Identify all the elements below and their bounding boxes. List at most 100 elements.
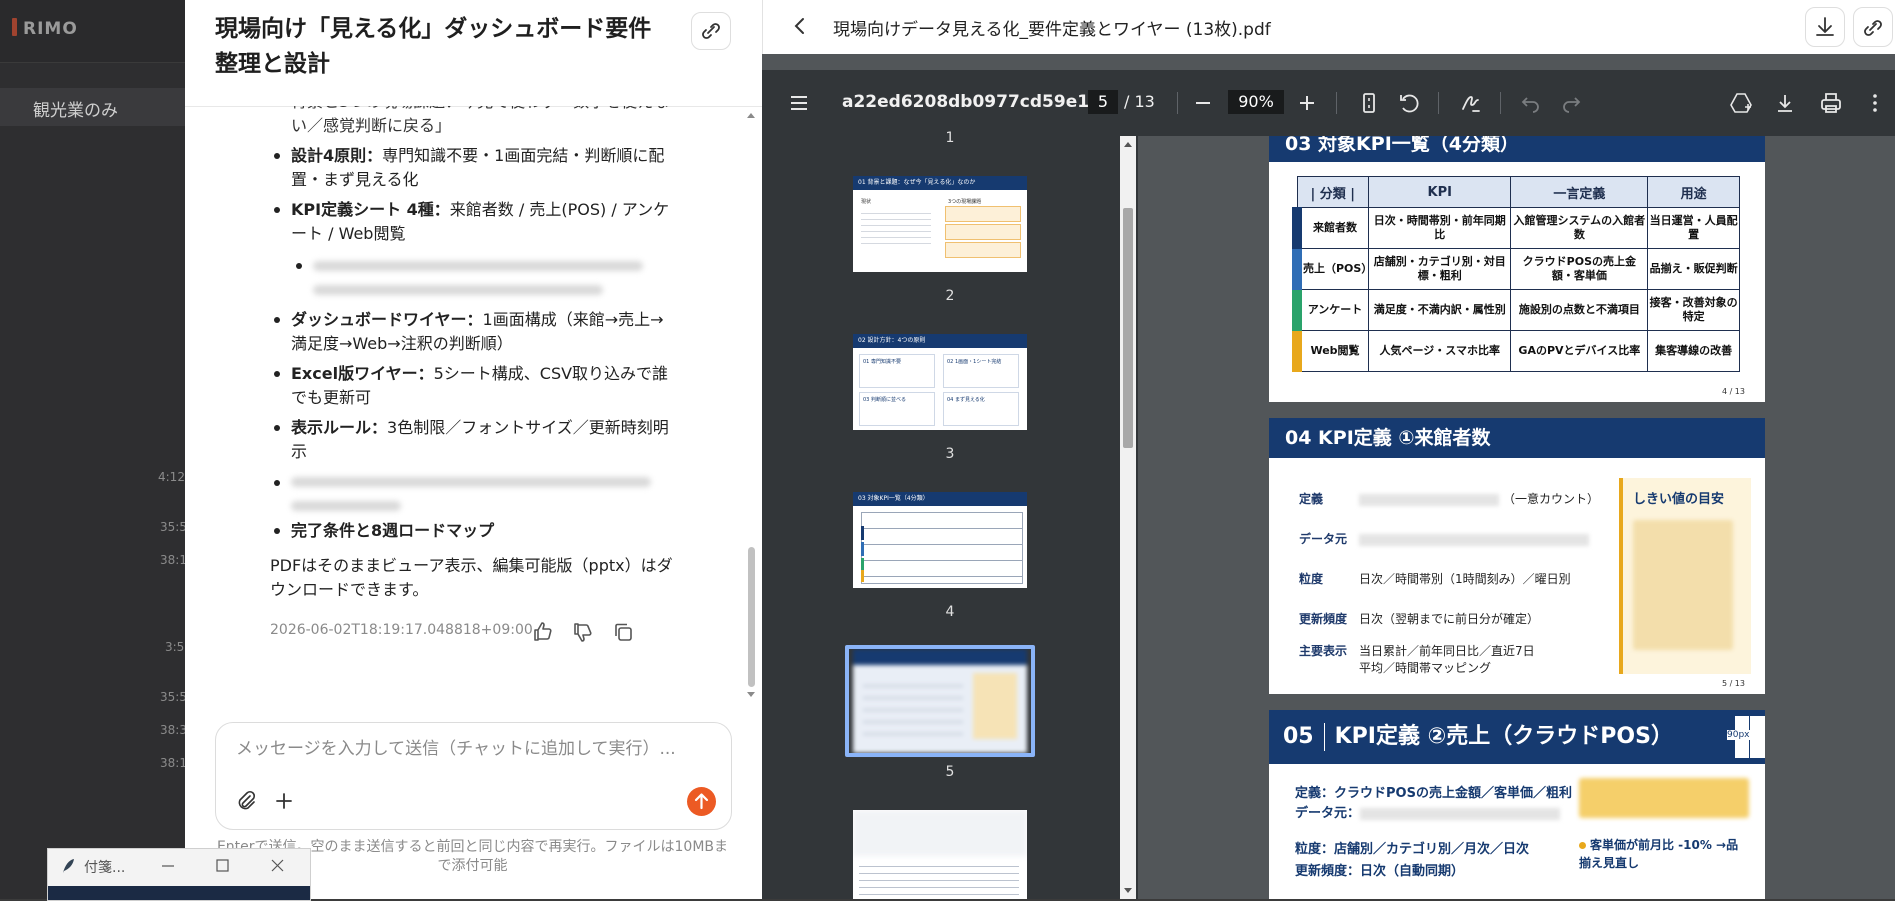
pdf-file-title: 現場向けデータ見える化_要件定義とワイヤー (13枚).pdf xyxy=(833,20,1271,40)
chat-scroll-thumb[interactable] xyxy=(748,547,755,687)
pdf-toolbar: a22ed6208db0977cd59e1... 5 / 13 90% xyxy=(762,70,1895,136)
definition-row: 更新頻度 日次（翌朝までに前日分が確定） xyxy=(1299,612,1540,626)
list-item-blurred xyxy=(296,254,653,309)
pdf-viewer: 現場向けデータ見える化_要件定義とワイヤー (13枚).pdf a22ed620… xyxy=(762,0,1895,899)
definition-row: 更新頻度：日次（自動同期） xyxy=(1295,864,1465,879)
scroll-down-icon[interactable] xyxy=(745,690,757,700)
thumbnail-page-6[interactable] xyxy=(853,810,1027,899)
toolbar-divider xyxy=(1177,92,1178,114)
scroll-down-icon[interactable] xyxy=(1123,887,1133,895)
thumbnail-page-3[interactable]: 02 設計方針：4つの原則 01 専門知識不要 02 1画面・1シート完結 03… xyxy=(853,334,1027,430)
plus-icon[interactable] xyxy=(272,789,296,813)
more-icon[interactable] xyxy=(1862,90,1888,116)
copy-icon[interactable] xyxy=(611,620,635,644)
table-row: 売上（POS） 店舗別・カテゴリ別・対目標・粗利 クラウドPOSの売上金額・客単… xyxy=(1292,248,1740,290)
bg-timestamp: 35:5 xyxy=(160,690,187,704)
back-icon[interactable] xyxy=(789,15,811,37)
app-logo[interactable]: RIMO xyxy=(12,18,78,39)
list-item: 表示ルール：3色制限／フォントサイズ／更新時刻明示 xyxy=(274,416,671,464)
like-icon[interactable] xyxy=(531,620,555,644)
dislike-icon[interactable] xyxy=(571,620,595,644)
list-item: ダッシュボードワイヤー：1画面構成（来館→売上→満足度→Web→注釈の判断順） xyxy=(274,308,671,356)
annotate-icon[interactable] xyxy=(1458,90,1484,116)
kpi-table: | 分類 | KPI 一言定義 用途 来館者数 日次・時間帯別・前年同期比 入館… xyxy=(1292,176,1740,372)
table-header: 用途 xyxy=(1647,176,1740,208)
page-total: / 13 xyxy=(1124,92,1155,111)
message-composer xyxy=(215,722,732,830)
mini-window-content xyxy=(48,886,310,900)
page-tag: 5 / 13 xyxy=(1721,679,1745,688)
pdf-header: 現場向けデータ見える化_要件定義とワイヤー (13枚).pdf xyxy=(762,0,1895,54)
thumbnail-number: 3 xyxy=(945,446,955,462)
chat-panel: 現場向け「見える化」ダッシュボード要件整理と設計 背景と3つの現場課題：今見て使… xyxy=(185,0,762,899)
send-button[interactable] xyxy=(687,787,716,816)
table-header: KPI xyxy=(1368,176,1512,208)
thumbnail-sidebar: 1 01 背景と課題：なぜ今「見える化」なのか 現状 3つの現場課題 2 02 … xyxy=(762,130,1138,899)
definition-row: 定義：クラウドPOSの売上金額／客単価／粗利 xyxy=(1295,786,1572,801)
zoom-input[interactable]: 90% xyxy=(1228,90,1284,114)
page4-title: 03 対象KPI一覧（4分類） xyxy=(1269,136,1765,162)
toolbar-divider xyxy=(1500,92,1501,114)
list-item-blurred xyxy=(274,471,671,525)
threshold-box: しきい値の目安 xyxy=(1619,478,1751,674)
bg-timestamp: 4:12 xyxy=(158,470,185,484)
copy-link-button[interactable] xyxy=(691,12,731,50)
thumbnail-page-2[interactable]: 01 背景と課題：なぜ今「見える化」なのか 現状 3つの現場課題 xyxy=(853,176,1027,272)
thumbnail-number: 2 xyxy=(945,288,955,304)
chat-title: 現場向け「見える化」ダッシュボード要件整理と設計 xyxy=(215,16,652,77)
bg-timestamp: 38:1 xyxy=(160,553,187,567)
link-icon xyxy=(1864,20,1882,36)
table-row: Web閲覧 人気ページ・スマホ比率 GAのPVとデバイス比率 集客導線の改善 xyxy=(1292,330,1740,372)
table-row: アンケート 満足度・不満内訳・属性別 施設別の点数と不満項目 接客・改善対象の特… xyxy=(1292,289,1740,331)
message-input[interactable] xyxy=(234,738,698,760)
definition-row: 定義 （一意カウント） xyxy=(1299,492,1600,506)
send-icon xyxy=(694,793,709,810)
bg-timestamp: 35:5 xyxy=(160,520,187,534)
drive-icon[interactable] xyxy=(1728,90,1754,116)
download-icon[interactable] xyxy=(1772,90,1798,116)
undo-icon[interactable] xyxy=(1518,90,1544,116)
thumbnail-number: 1 xyxy=(945,130,955,146)
message-summary: PDFはそのままビューア表示、編集可能版（pptx）はダウンロードできます。 xyxy=(270,556,673,599)
filter-chip[interactable]: 観光業のみ xyxy=(0,88,185,126)
window-controls[interactable] xyxy=(158,857,298,875)
sticky-note-window[interactable]: 付箋... xyxy=(47,848,311,901)
definition-row: 主要表示 当日累計／前年同日比／直近7日平均／時間帯マッピング xyxy=(1299,644,1535,675)
pdf-doc-name: a22ed6208db0977cd59e1... xyxy=(842,92,1109,112)
print-icon[interactable] xyxy=(1818,90,1844,116)
zoom-out-icon[interactable] xyxy=(1190,90,1216,116)
pdf-page-view: 03 対象KPI一覧（4分類） | 分類 | KPI 一言定義 用途 来館者数 … xyxy=(1138,136,1895,899)
list-item: Excel版ワイヤー：5シート構成、CSV取り込みで誰でも更新可 xyxy=(274,362,671,410)
attach-icon[interactable] xyxy=(234,789,258,813)
download-button[interactable] xyxy=(1805,7,1845,47)
download-icon xyxy=(1816,17,1834,36)
fit-page-icon[interactable] xyxy=(1356,90,1382,116)
redo-icon[interactable] xyxy=(1558,90,1584,116)
pdf-page-6: 05 KPI定義 ②売上（クラウドPOS） 90px 定義：クラウドPOSの売上金… xyxy=(1269,710,1765,899)
scroll-up-icon[interactable] xyxy=(1123,140,1133,148)
toolbar-divider xyxy=(1336,92,1337,114)
bg-timestamp: 3:5 xyxy=(165,640,185,654)
feather-icon xyxy=(63,859,74,873)
message-timestamp: 2026-06-02T18:19:17.048818+09:00 xyxy=(270,622,533,638)
page-tag: 4 / 13 xyxy=(1721,387,1745,396)
chat-message: 背景と3つの現場課題：今見て使わず「数字を使えない／感覚判断に戻る」 設計4原則… xyxy=(185,106,740,696)
dimension-marker: 90px xyxy=(1727,716,1765,758)
page-number-input[interactable]: 5 xyxy=(1088,90,1118,114)
rotate-icon[interactable] xyxy=(1396,90,1422,116)
page6-title: 05 KPI定義 ②売上（クラウドPOS） xyxy=(1269,710,1765,764)
menu-icon[interactable] xyxy=(788,92,810,114)
thumbnail-scroll-thumb[interactable] xyxy=(1123,208,1133,448)
list-item: 設計4原則：専門知識不要・1画面完結・判断順に配置・まず見える化 xyxy=(274,144,671,192)
page5-title: 04 KPI定義 ①来館者数 xyxy=(1269,418,1765,458)
share-link-button[interactable] xyxy=(1853,7,1893,47)
definition-row: データ元： xyxy=(1295,802,1561,821)
bg-timestamp: 38:3 xyxy=(160,723,187,737)
definition-row: 粒度：店舗別／カテゴリ別／月次／日次 xyxy=(1295,842,1530,857)
zoom-in-icon[interactable] xyxy=(1294,90,1320,116)
definition-row: データ元 xyxy=(1299,530,1589,547)
list-item: 背景と3つの現場課題：今見て使わず「数字を使えない／感覚判断に戻る」 xyxy=(291,106,671,138)
thumbnail-page-4[interactable]: 03 対象KPI一覧（4分類） xyxy=(853,492,1027,588)
scroll-up-icon[interactable] xyxy=(745,110,757,120)
table-header: 一言定義 xyxy=(1510,176,1649,208)
